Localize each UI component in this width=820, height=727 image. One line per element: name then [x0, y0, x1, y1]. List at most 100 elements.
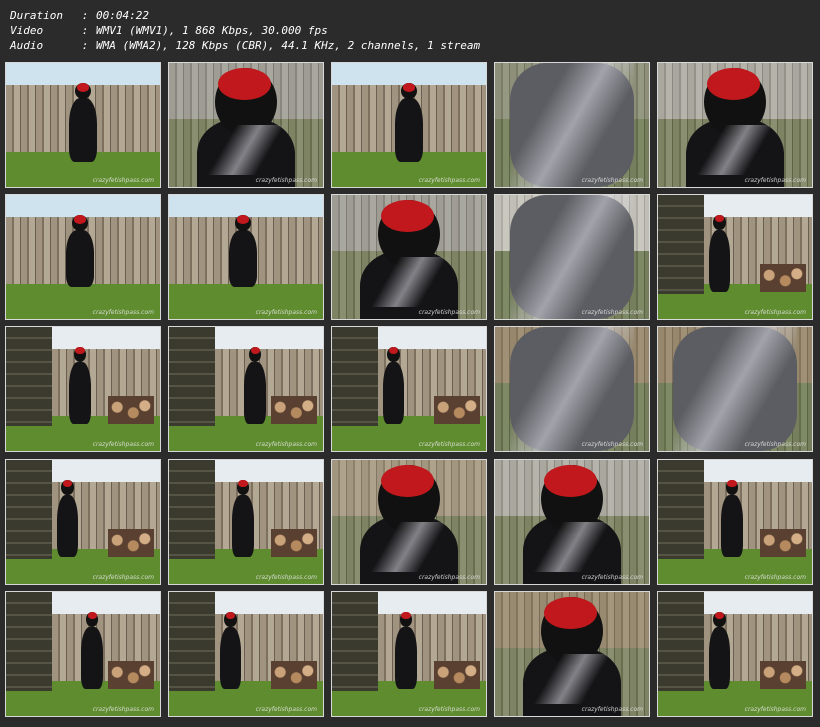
figure-mask [75, 346, 85, 355]
thumbnail-shed [6, 592, 53, 692]
watermark-text: crazyfetishpass.com [744, 574, 806, 581]
thumbnail-logs [270, 396, 317, 424]
audio-separator: : [81, 39, 89, 52]
figure-body [395, 626, 417, 689]
watermark-text: crazyfetishpass.com [92, 574, 154, 581]
video-thumbnail: crazyfetishpass.com [331, 326, 487, 452]
thumbnail-logs [433, 396, 480, 424]
video-thumbnail: crazyfetishpass.com [5, 459, 161, 585]
video-thumbnail: crazyfetishpass.com [494, 194, 650, 320]
watermark-text: crazyfetishpass.com [255, 309, 317, 316]
figure-mask [87, 611, 97, 620]
watermark-text: crazyfetishpass.com [418, 309, 480, 316]
video-thumbnail: crazyfetishpass.com [331, 459, 487, 585]
figure-body [81, 626, 103, 689]
figure-mask [727, 479, 737, 488]
figure-body [232, 494, 254, 557]
thumbnail-shed [658, 195, 705, 295]
video-row: Video: WMV1 (WMV1), 1 868 Kbps, 30.000 fp… [10, 23, 328, 38]
audio-value: WMA (WMA2), 128 Kbps (CBR), 44.1 KHz, 2 … [96, 39, 481, 52]
video-thumbnail: crazyfetishpass.com [657, 591, 813, 717]
watermark-text: crazyfetishpass.com [418, 706, 480, 713]
thumbnail-shed [6, 327, 53, 427]
video-separator: : [81, 24, 89, 37]
watermark-text: crazyfetishpass.com [744, 441, 806, 448]
video-thumbnail: crazyfetishpass.com [5, 326, 161, 452]
figure-body [721, 494, 743, 557]
watermark-text: crazyfetishpass.com [418, 441, 480, 448]
video-thumbnail: crazyfetishpass.com [331, 194, 487, 320]
figure-body [708, 626, 731, 689]
watermark-text: crazyfetishpass.com [418, 574, 480, 581]
thumbnail-shed [332, 327, 379, 427]
figure-shine [510, 195, 634, 319]
figure-shine [362, 257, 456, 307]
thumbnail-shed [169, 592, 216, 692]
watermark-text: crazyfetishpass.com [744, 309, 806, 316]
figure-mask [236, 214, 250, 224]
thumbnail-logs [433, 661, 480, 689]
figure-body [229, 229, 257, 287]
figure-shine [199, 125, 293, 175]
figure-body [69, 97, 97, 163]
thumbnail-logs [107, 396, 154, 424]
thumbnail-shed [169, 327, 216, 427]
watermark-text: crazyfetishpass.com [255, 441, 317, 448]
watermark-text: crazyfetishpass.com [744, 706, 806, 713]
watermark-text: crazyfetishpass.com [255, 574, 317, 581]
video-thumbnail: crazyfetishpass.com [657, 459, 813, 585]
watermark-text: crazyfetishpass.com [92, 441, 154, 448]
figure-mask [707, 67, 760, 101]
thumbnail-shed [658, 460, 705, 560]
thumbnail-logs [107, 529, 154, 557]
watermark-text: crazyfetishpass.com [92, 706, 154, 713]
watermark-text: crazyfetishpass.com [418, 177, 480, 184]
video-thumbnail: crazyfetishpass.com [657, 62, 813, 188]
video-thumbnail: crazyfetishpass.com [494, 459, 650, 585]
figure-mask [544, 596, 597, 630]
video-thumbnail: crazyfetishpass.com [168, 62, 324, 188]
figure-shine [688, 125, 782, 175]
video-thumbnail: crazyfetishpass.com [168, 459, 324, 585]
watermark-text: crazyfetishpass.com [255, 177, 317, 184]
figure-body [244, 361, 266, 424]
figure-shine [510, 327, 634, 451]
thumbnail-shed [658, 592, 705, 692]
figure-mask [544, 464, 597, 498]
audio-row: Audio: WMA (WMA2), 128 Kbps (CBR), 44.1 K… [10, 38, 480, 53]
figure-mask [401, 611, 411, 620]
video-thumbnail: crazyfetishpass.com [657, 194, 813, 320]
watermark-text: crazyfetishpass.com [581, 177, 643, 184]
video-thumbnail: crazyfetishpass.com [5, 62, 161, 188]
figure-shine [510, 63, 634, 187]
watermark-text: crazyfetishpass.com [581, 441, 643, 448]
thumbnail-logs [759, 264, 806, 292]
figure-body [395, 97, 423, 163]
figure-shine [362, 522, 456, 572]
duration-row: Duration:00:04:22 [10, 8, 149, 23]
video-thumbnail: crazyfetishpass.com [168, 194, 324, 320]
watermark-text: crazyfetishpass.com [581, 309, 643, 316]
watermark-text: crazyfetishpass.com [255, 706, 317, 713]
thumbnail-logs [759, 529, 806, 557]
thumbnail-grid: crazyfetishpass.com crazyfetishpass.com cr… [0, 58, 820, 727]
figure-mask [73, 214, 87, 224]
figure-shine [673, 327, 797, 451]
figure-body [69, 361, 91, 424]
video-thumbnail: crazyfetishpass.com [494, 326, 650, 452]
watermark-text: crazyfetishpass.com [581, 706, 643, 713]
video-thumbnail: crazyfetishpass.com [494, 591, 650, 717]
video-thumbnail: crazyfetishpass.com [494, 62, 650, 188]
figure-mask [250, 346, 260, 355]
watermark-text: crazyfetishpass.com [92, 309, 154, 316]
audio-label: Audio [10, 39, 44, 52]
thumbnail-shed [6, 460, 53, 560]
figure-mask [381, 464, 434, 498]
thumbnail-shed [169, 460, 216, 560]
watermark-text: crazyfetishpass.com [744, 177, 806, 184]
thumbnail-logs [759, 661, 806, 689]
video-thumbnail: crazyfetishpass.com [5, 194, 161, 320]
figure-shine [525, 654, 619, 704]
figure-body [219, 626, 242, 689]
figure-body [382, 361, 405, 424]
